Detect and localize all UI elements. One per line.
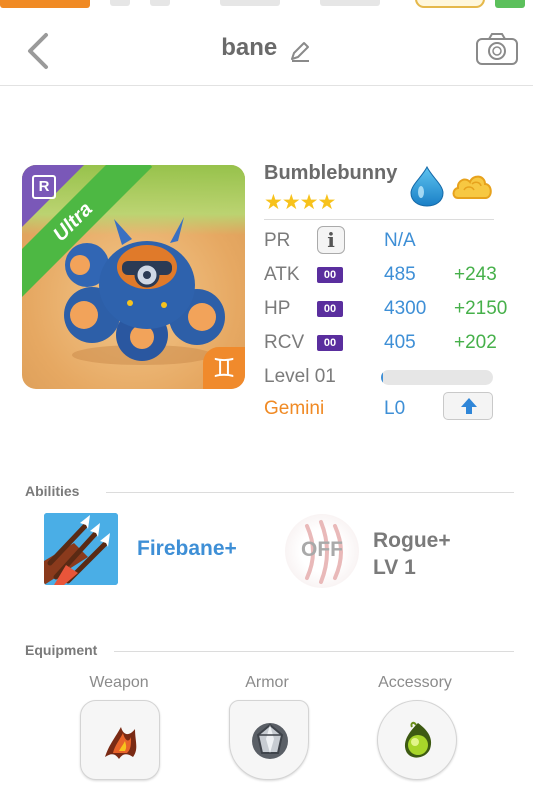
top-status-strip	[0, 0, 533, 12]
star-rating: ★★★★	[264, 191, 336, 214]
crystal-armor-icon	[252, 723, 288, 759]
green-gem-icon	[404, 721, 432, 758]
arrow-up-icon	[461, 398, 477, 414]
stat-row-sign: Gemini L0	[264, 392, 524, 426]
section-divider	[106, 492, 514, 493]
stat-bonus: +243	[454, 264, 497, 285]
status-green-button[interactable]	[495, 0, 525, 8]
stat-value: 4300	[384, 298, 427, 319]
stat-label: PR	[264, 230, 291, 251]
level-progress-fill	[381, 370, 384, 385]
water-drop-icon	[410, 165, 444, 207]
cloud-icon	[452, 175, 492, 199]
zodiac-level-value: L0	[384, 398, 406, 419]
stat-row-atk: ATK 00 485 +243	[264, 264, 524, 292]
rarity-badge: R	[32, 175, 56, 199]
stat-row-hp: HP 00 4300 +2150	[264, 298, 524, 326]
accessory-slot[interactable]	[377, 700, 457, 780]
page-title: bane	[221, 34, 278, 61]
status-orange-button[interactable]	[0, 0, 90, 8]
stat-divider	[264, 219, 494, 220]
accessory-label: Accessory	[378, 674, 452, 691]
weapon-slot[interactable]	[80, 700, 160, 780]
rogue-ability-name[interactable]: Rogue+ LV 1	[373, 527, 451, 581]
upgrade-button[interactable]	[443, 392, 493, 420]
armor-slot[interactable]	[229, 700, 309, 780]
ability-off-label: OFF	[301, 538, 343, 561]
header-bar: bane	[0, 12, 533, 86]
armor-label: Armor	[245, 674, 289, 691]
firebane-ability-icon[interactable]	[44, 513, 118, 585]
stat-value: 485	[384, 264, 416, 285]
rogue-ability-title: Rogue+	[373, 529, 451, 552]
level-badge: 00	[317, 335, 343, 351]
camera-icon[interactable]	[475, 32, 519, 66]
zodiac-label: Gemini	[264, 398, 325, 419]
level-progress-bar	[381, 370, 493, 385]
stat-value: N/A	[384, 230, 416, 251]
coin-counter	[415, 0, 485, 8]
arrows-icon	[44, 513, 118, 585]
level-badge: 00	[317, 267, 343, 283]
pencil-edit-icon[interactable]	[288, 39, 312, 63]
stat-label: RCV	[264, 332, 305, 353]
status-item	[150, 0, 170, 6]
level-label: Level 01	[264, 366, 336, 387]
info-icon: i	[327, 228, 335, 252]
monster-card[interactable]: R Ultra ♊	[22, 165, 245, 389]
status-item	[320, 0, 380, 6]
abilities-heading: Abilities	[25, 483, 80, 499]
status-item	[110, 0, 130, 6]
stat-label: HP	[264, 298, 291, 319]
info-button[interactable]: i	[317, 226, 345, 254]
zodiac-gemini-icon: ♊	[203, 347, 245, 389]
section-divider	[114, 651, 514, 652]
title-container: bane	[0, 34, 533, 63]
stat-bonus: +202	[454, 332, 497, 353]
stat-row-pr: PR i N/A	[264, 226, 524, 258]
stat-label: ATK	[264, 264, 300, 285]
stat-row-level: Level 01	[264, 366, 524, 394]
equipment-heading: Equipment	[25, 642, 98, 658]
monster-name: Bumblebunny	[264, 162, 398, 184]
level-badge: 00	[317, 301, 343, 317]
rogue-ability-icon[interactable]: OFF	[285, 514, 359, 588]
weapon-label: Weapon	[89, 674, 149, 691]
stat-bonus: +2150	[454, 298, 508, 319]
firebane-ability-name[interactable]: Firebane+	[137, 537, 237, 561]
status-item	[220, 0, 280, 6]
stat-value: 405	[384, 332, 416, 353]
flame-weapon-icon	[105, 727, 137, 759]
rogue-ability-level: LV 1	[373, 556, 416, 579]
stat-row-rcv: RCV 00 405 +202	[264, 332, 524, 360]
